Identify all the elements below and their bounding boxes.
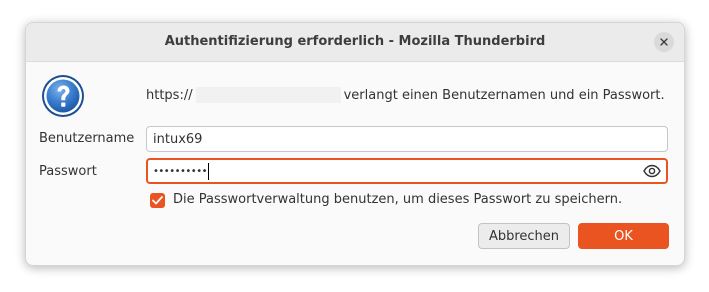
password-label: Passwort — [39, 164, 97, 179]
username-field[interactable]: intux69 — [146, 126, 668, 152]
close-icon — [660, 38, 668, 46]
titlebar: Authentifizierung erforderlich - Mozilla… — [26, 23, 684, 62]
ok-button[interactable]: OK — [578, 223, 669, 249]
auth-dialog: Authentifizierung erforderlich - Mozilla… — [25, 22, 685, 266]
close-button[interactable] — [654, 32, 674, 52]
password-field[interactable]: •••••••••• — [146, 158, 668, 184]
message-text: verlangt einen Benutzernamen und ein Pas… — [343, 87, 665, 103]
username-label: Benutzername — [39, 131, 135, 146]
remember-password-label[interactable]: Die Passwortverwaltung benutzen, um dies… — [173, 192, 622, 207]
url-prefix: https:// — [146, 87, 193, 103]
username-value: intux69 — [153, 131, 203, 147]
redacted-hostname — [195, 87, 341, 103]
remember-password-checkbox[interactable] — [150, 193, 165, 208]
eye-icon[interactable] — [643, 164, 661, 178]
dialog-title: Authentifizierung erforderlich - Mozilla… — [164, 34, 546, 49]
auth-message: https:// verlangt einen Benutzernamen un… — [146, 87, 665, 103]
cancel-button[interactable]: Abbrechen — [478, 223, 570, 249]
text-caret — [207, 162, 209, 180]
password-value: •••••••••• — [153, 165, 207, 177]
question-icon — [42, 75, 84, 117]
checkmark-icon — [152, 196, 163, 205]
